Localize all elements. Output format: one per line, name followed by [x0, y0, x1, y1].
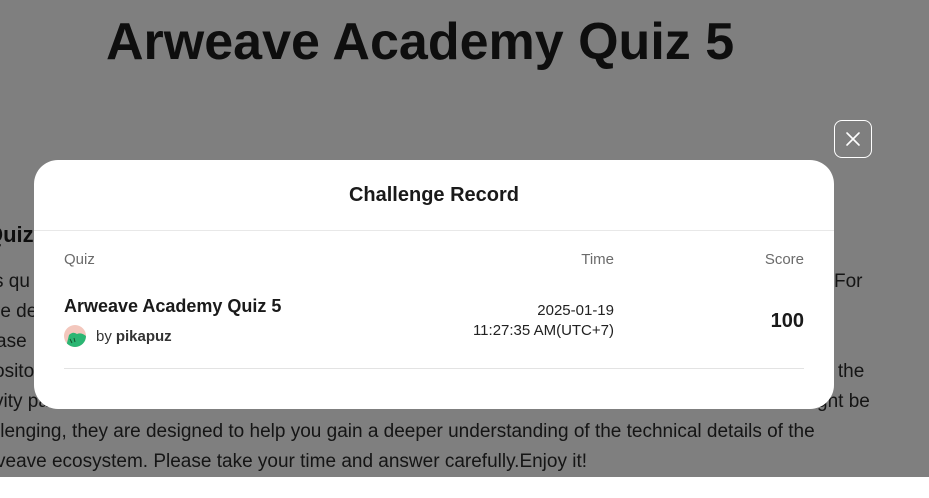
time-cell: 2025-01-19 11:27:35 AM(UTC+7) — [473, 301, 614, 341]
column-header-score: Score — [764, 251, 804, 268]
score-value: 100 — [770, 310, 804, 332]
avatar — [64, 325, 86, 347]
table-header: Quiz Time Score — [64, 231, 804, 291]
record-date: 2025-01-19 — [537, 302, 614, 319]
column-header-time: Time — [581, 251, 614, 268]
close-icon — [845, 131, 861, 147]
author-name[interactable]: pikapuz — [116, 328, 172, 345]
table-row: Arweave Academy Quiz 5 by pikapuz 2025-0… — [64, 291, 804, 369]
by-label: by — [96, 327, 112, 345]
quiz-name: Arweave Academy Quiz 5 — [64, 296, 282, 316]
author-info: by pikapuz — [64, 325, 172, 347]
modal-title: Challenge Record — [348, 184, 520, 206]
challenge-record-modal: Challenge Record Quiz Time Score Arweave… — [34, 160, 834, 409]
record-table: Quiz Time Score Arweave Academy Quiz 5 b… — [64, 231, 804, 369]
close-button[interactable] — [834, 120, 872, 158]
record-time: 11:27:35 AM(UTC+7) — [472, 322, 614, 339]
column-header-quiz: Quiz — [64, 251, 95, 268]
